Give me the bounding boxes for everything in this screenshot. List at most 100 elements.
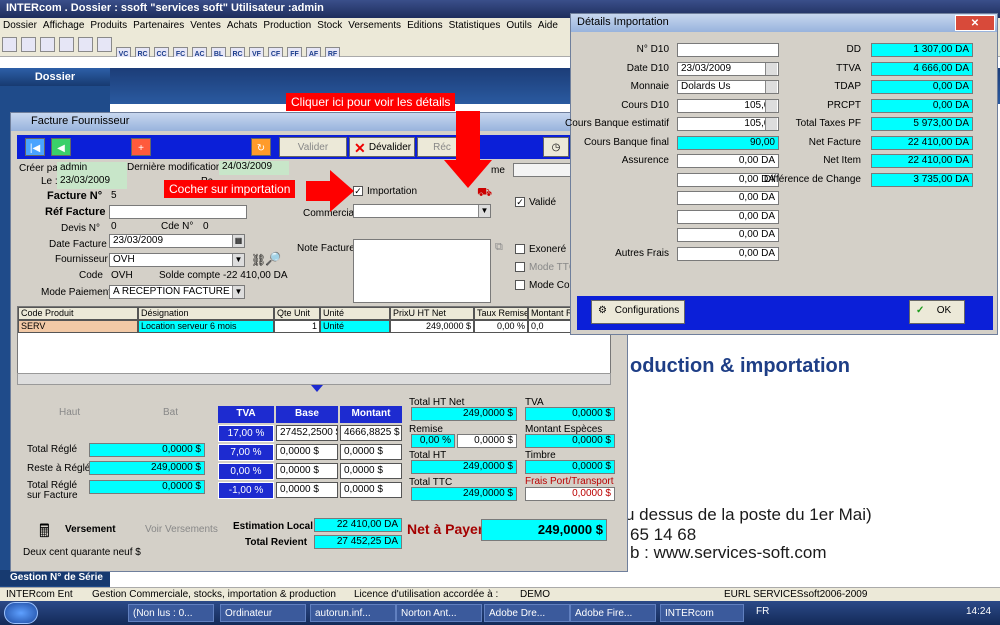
- first-record-button[interactable]: |◀: [25, 138, 45, 156]
- toolbar-icon[interactable]: [21, 37, 36, 52]
- close-icon[interactable]: ✕: [955, 15, 995, 31]
- nav-bottom-item[interactable]: Gestion N° de Série: [0, 570, 110, 586]
- details-value: 3 735,00 DA: [871, 172, 973, 187]
- details-field[interactable]: 23/03/2009: [677, 61, 779, 76]
- table-cell[interactable]: Location serveur 6 mois: [138, 320, 274, 333]
- taskbar-item[interactable]: Adobe Fire...: [570, 604, 656, 622]
- reste-value: 249,0000 $: [89, 461, 205, 475]
- grid-scrollbar[interactable]: [17, 373, 611, 385]
- menu-item[interactable]: Aide: [535, 20, 561, 31]
- menu-item[interactable]: Production: [260, 20, 314, 31]
- valide-checkbox[interactable]: ✓ Validé: [515, 197, 556, 208]
- menu-item[interactable]: Outils: [503, 20, 535, 31]
- prev-record-button[interactable]: ◀: [51, 138, 71, 156]
- calendar-icon[interactable]: [765, 62, 777, 75]
- taskbar-item[interactable]: autorun.inf...: [310, 604, 396, 622]
- haut-button[interactable]: Haut: [59, 407, 80, 418]
- search-icon[interactable]: 🔎: [265, 251, 281, 267]
- details-field[interactable]: 0,00 DA: [677, 154, 779, 168]
- valider-button[interactable]: Valider: [279, 137, 347, 157]
- toolbar-icon[interactable]: [40, 37, 55, 52]
- calendar-icon[interactable]: [765, 118, 777, 130]
- toolbar-icon[interactable]: [59, 37, 74, 52]
- details-label: DD: [846, 44, 861, 55]
- details-label: Cours D10: [621, 99, 669, 111]
- details-field[interactable]: 90,00: [677, 135, 779, 150]
- tva-rate[interactable]: -1,00 %: [218, 482, 274, 499]
- menu-item[interactable]: Statistiques: [446, 20, 504, 31]
- note-textarea[interactable]: [353, 239, 491, 303]
- menu-item[interactable]: Produits: [87, 20, 130, 31]
- ok-button[interactable]: ✓ OK: [909, 300, 965, 324]
- table-cell[interactable]: 1: [274, 320, 320, 333]
- chevron-down-icon[interactable]: [765, 81, 777, 93]
- voir-versements-button[interactable]: Voir Versements: [145, 524, 218, 535]
- remise-pct[interactable]: 0,00 %: [411, 434, 455, 448]
- fournisseur-select[interactable]: OVH ▼: [109, 253, 245, 267]
- chevron-down-icon: ▼: [232, 254, 244, 266]
- menu-item[interactable]: Partenaires: [130, 20, 187, 31]
- importation-label: Importation: [367, 186, 418, 197]
- menu-item[interactable]: Affichage: [40, 20, 88, 31]
- taskbar-item[interactable]: INTERcom: [660, 604, 744, 622]
- devalider-button[interactable]: ✕ Dévalider: [349, 137, 415, 157]
- start-button[interactable]: [4, 602, 38, 624]
- taskbar-item[interactable]: Ordinateur: [220, 604, 306, 622]
- copy-icon[interactable]: ⧉: [495, 241, 503, 254]
- table-cell[interactable]: 249,0000 $: [390, 320, 474, 333]
- menu-item[interactable]: Stock: [314, 20, 345, 31]
- versement-button[interactable]: Versement: [65, 524, 116, 535]
- status-company: EURL SERVICESsoft2006-2009: [724, 589, 868, 600]
- details-field[interactable]: 0,00 DA: [677, 209, 779, 224]
- taskbar-item[interactable]: Norton Ant...: [396, 604, 482, 622]
- remise-value[interactable]: 0,0000 $: [457, 434, 517, 448]
- mode-value: A RECEPTION FACTURE: [113, 286, 230, 297]
- details-label: Cours Banque final: [583, 136, 669, 148]
- importation-checkbox[interactable]: ✓ Importation: [353, 186, 417, 197]
- bas-button[interactable]: Bat: [163, 407, 178, 418]
- taskbar-item[interactable]: Adobe Dre...: [484, 604, 570, 622]
- details-field[interactable]: 105,00: [677, 117, 779, 131]
- calendar-icon[interactable]: ▦: [232, 235, 244, 247]
- toolbar-icon[interactable]: [2, 37, 17, 52]
- menu-item[interactable]: Achats: [224, 20, 261, 31]
- toolbar-icon[interactable]: [78, 37, 93, 52]
- tva-base: 0,0000 $: [276, 482, 338, 498]
- exonere-checkbox[interactable]: Exoneré: [515, 244, 566, 255]
- menu-item[interactable]: Editions: [404, 20, 446, 31]
- tva-rate[interactable]: 17,00 %: [218, 425, 274, 442]
- expand-arrow-icon[interactable]: [311, 385, 323, 392]
- details-field[interactable]: Dolards Us: [677, 80, 779, 94]
- link-icon[interactable]: ⛓: [251, 253, 266, 267]
- frais-value[interactable]: 0,0000 $: [525, 487, 615, 501]
- calendar-icon[interactable]: [765, 99, 777, 112]
- refresh-button[interactable]: ↻: [251, 138, 271, 156]
- table-cell[interactable]: 0,00 %: [474, 320, 528, 333]
- lang-indicator[interactable]: FR: [756, 606, 769, 617]
- ref-input[interactable]: [109, 205, 247, 219]
- clock-icon[interactable]: ◷: [543, 137, 569, 157]
- mode-select[interactable]: A RECEPTION FACTURE ▼: [109, 285, 245, 299]
- tva-rate[interactable]: 7,00 %: [218, 444, 274, 461]
- details-field[interactable]: 0,00 DA: [677, 228, 779, 242]
- details-field[interactable]: 0,00 DA: [677, 191, 779, 205]
- cash-register-icon[interactable]: 🖩: [39, 519, 50, 549]
- menu-item[interactable]: Dossier: [0, 20, 40, 31]
- menu-item[interactable]: Ventes: [187, 20, 224, 31]
- details-field[interactable]: 105,00: [677, 98, 779, 113]
- taskbar-item[interactable]: (Non lus : 0...: [128, 604, 214, 622]
- mode-ttc-checkbox[interactable]: Mode TTC: [515, 262, 576, 273]
- details-field[interactable]: [677, 43, 779, 57]
- details-field[interactable]: 0,00 DA: [677, 246, 779, 261]
- date-input[interactable]: 23/03/2009 ▦: [109, 234, 245, 248]
- timbre-value: 0,0000 $: [525, 460, 615, 474]
- toolbar-icon[interactable]: [97, 37, 112, 52]
- tva-rate[interactable]: 0,00 %: [218, 463, 274, 480]
- table-cell[interactable]: SERV: [18, 320, 138, 333]
- configurations-button[interactable]: ⚙ Configurations: [591, 300, 685, 324]
- table-cell[interactable]: Unité: [320, 320, 390, 333]
- revient-label: Total Revient: [245, 537, 308, 548]
- commercial-select[interactable]: ▼: [353, 204, 491, 218]
- menu-item[interactable]: Versements: [345, 20, 404, 31]
- add-button[interactable]: +: [131, 138, 151, 156]
